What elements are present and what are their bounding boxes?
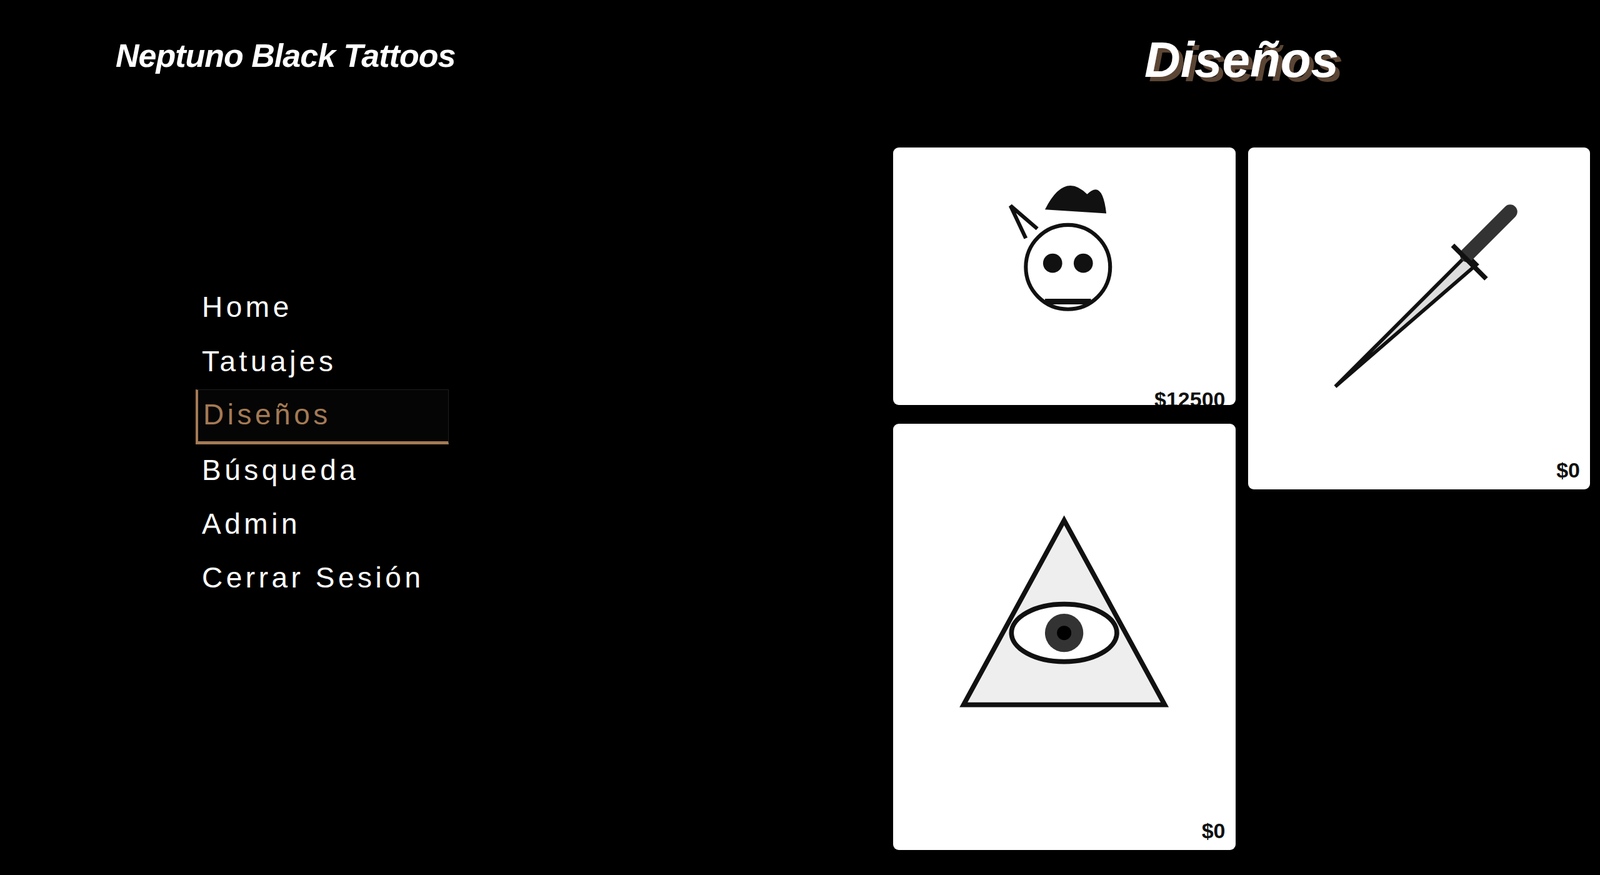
sidebar-item[interactable]: Diseños (195, 389, 449, 445)
sidebar-entry: Diseños (195, 389, 894, 445)
sidebar-entry: Tatuajes (195, 335, 894, 390)
sidebar-item[interactable]: Admin (195, 498, 449, 552)
sidebar-entry: Búsqueda (195, 444, 894, 499)
sidebar-menu: HomeTatuajesDiseñosBúsquedaAdminCerrar S… (115, 281, 894, 606)
design-image (893, 147, 1236, 387)
sidebar-item[interactable]: Cerrar Sesión (195, 551, 449, 606)
design-price: $0 (893, 818, 1236, 850)
brand-logo[interactable]: Neptuno Black Tattoos (115, 36, 894, 75)
design-price: $0 (1248, 457, 1591, 490)
grid-column: $0 (1248, 147, 1591, 490)
design-image (893, 423, 1236, 819)
sidebar-entry: Home (195, 281, 894, 335)
page-heading: Diseños (893, 30, 1590, 90)
sidebar-item[interactable]: Home (195, 281, 449, 335)
sidebar-item[interactable]: Búsqueda (195, 444, 449, 499)
design-price: $12500 (893, 386, 1236, 405)
sidebar-item[interactable]: Tatuajes (195, 335, 449, 390)
designs-panel: Diseños $12500 $0 $0 (893, 0, 1600, 875)
design-card[interactable]: $0 (1248, 147, 1591, 490)
sidebar: Neptuno Black Tattoos HomeTatuajesDiseños… (0, 0, 894, 875)
grid-column: $12500 $0 (893, 147, 1236, 850)
design-card[interactable]: $0 (893, 423, 1236, 850)
design-image (1248, 147, 1591, 458)
design-card[interactable]: $12500 (893, 147, 1236, 405)
sidebar-entry: Cerrar Sesión (195, 551, 894, 606)
designs-grid: $12500 $0 $0 (893, 147, 1590, 850)
sidebar-entry: Admin (195, 498, 894, 552)
